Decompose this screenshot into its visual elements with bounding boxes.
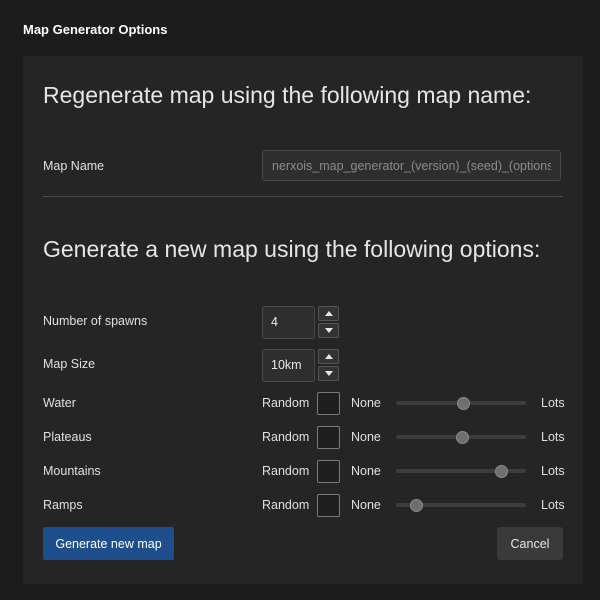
- window-title: Map Generator Options: [23, 22, 168, 37]
- arrow-up-icon: [324, 311, 333, 316]
- mountains-lots-label: Lots: [541, 464, 565, 478]
- water-label: Water: [43, 396, 76, 410]
- generate-heading: Generate a new map using the following o…: [43, 236, 541, 262]
- ramps-label: Ramps: [43, 498, 83, 512]
- map-name-label: Map Name: [43, 159, 105, 173]
- ramps-none-label: None: [351, 498, 381, 512]
- map-size-decrement-button[interactable]: [318, 366, 339, 381]
- plateaus-random-checkbox[interactable]: [317, 426, 340, 449]
- plateaus-label: Plateaus: [43, 430, 92, 444]
- ramps-random-checkbox[interactable]: [317, 494, 340, 517]
- ramps-slider[interactable]: [396, 498, 526, 512]
- section-divider: [43, 196, 563, 197]
- mountains-label: Mountains: [43, 464, 101, 478]
- spawns-input[interactable]: 4: [262, 306, 315, 339]
- mountains-slider[interactable]: [396, 464, 526, 478]
- water-lots-label: Lots: [541, 396, 565, 410]
- plateaus-random-label: Random: [262, 430, 310, 444]
- cancel-button[interactable]: Cancel: [497, 527, 563, 560]
- plateaus-none-label: None: [351, 430, 381, 444]
- arrow-up-icon: [324, 354, 333, 359]
- ramps-lots-label: Lots: [541, 498, 565, 512]
- map-size-increment-button[interactable]: [318, 349, 339, 364]
- plateaus-slider[interactable]: [396, 430, 526, 444]
- arrow-down-icon: [324, 328, 333, 333]
- ramps-random-label: Random: [262, 498, 310, 512]
- plateaus-slider-thumb[interactable]: [455, 430, 469, 444]
- regenerate-heading: Regenerate map using the following map n…: [43, 82, 532, 108]
- map-size-input[interactable]: 10km: [262, 349, 315, 382]
- map-name-input[interactable]: [262, 150, 561, 181]
- mountains-random-label: Random: [262, 464, 310, 478]
- spawns-decrement-button[interactable]: [318, 323, 339, 338]
- spawns-increment-button[interactable]: [318, 306, 339, 321]
- plateaus-lots-label: Lots: [541, 430, 565, 444]
- generate-new-map-button[interactable]: Generate new map: [43, 527, 174, 560]
- mountains-slider-thumb[interactable]: [495, 464, 509, 478]
- water-random-label: Random: [262, 396, 310, 410]
- spawns-label: Number of spawns: [43, 314, 148, 328]
- map-size-label: Map Size: [43, 357, 96, 371]
- water-none-label: None: [351, 396, 381, 410]
- mountains-none-label: None: [351, 464, 381, 478]
- ramps-slider-thumb[interactable]: [410, 498, 424, 512]
- mountains-random-checkbox[interactable]: [317, 460, 340, 483]
- title-bar: Map Generator Options: [0, 0, 600, 56]
- water-slider-thumb[interactable]: [456, 396, 470, 410]
- water-slider[interactable]: [396, 396, 526, 410]
- arrow-down-icon: [324, 371, 333, 376]
- water-random-checkbox[interactable]: [317, 392, 340, 415]
